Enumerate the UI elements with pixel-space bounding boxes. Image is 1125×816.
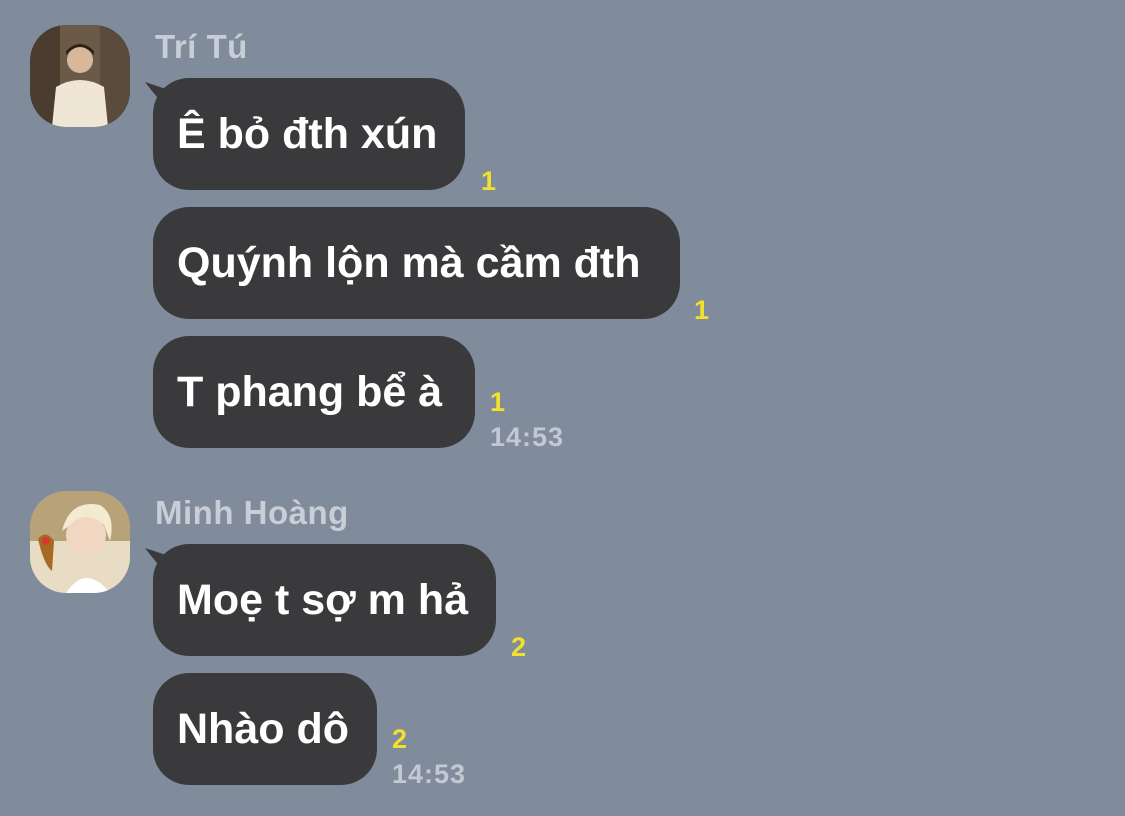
- user-photo-icon: [30, 491, 130, 593]
- unread-count: 2: [511, 632, 527, 662]
- sender-name: Trí Tú: [155, 28, 248, 65]
- message-timestamp: 14:53: [490, 422, 565, 452]
- message-text: Moẹ t sợ m hả: [177, 576, 469, 624]
- message-bubble[interactable]: Quýnh lộn mà cầm đth: [153, 207, 680, 319]
- unread-count: 1: [481, 166, 497, 196]
- message-text: T phang bể à: [177, 368, 443, 416]
- avatar[interactable]: [30, 25, 130, 127]
- unread-count: 1: [694, 295, 710, 325]
- message-timestamp: 14:53: [392, 759, 467, 789]
- message-bubble[interactable]: T phang bể à: [153, 336, 475, 448]
- message-bubble[interactable]: Ê bỏ đth xún: [153, 78, 465, 190]
- unread-count: 2: [392, 724, 408, 754]
- user-photo-icon: [30, 25, 130, 127]
- message-text: Quýnh lộn mà cầm đth: [177, 239, 641, 287]
- message-text: Nhào dô: [177, 705, 349, 753]
- unread-count: 1: [490, 387, 506, 417]
- avatar[interactable]: [30, 491, 130, 593]
- message-bubble[interactable]: Nhào dô: [153, 673, 377, 785]
- message-bubble[interactable]: Moẹ t sợ m hả: [153, 544, 496, 656]
- message-text: Ê bỏ đth xún: [177, 110, 438, 158]
- sender-name: Minh Hoàng: [155, 494, 349, 531]
